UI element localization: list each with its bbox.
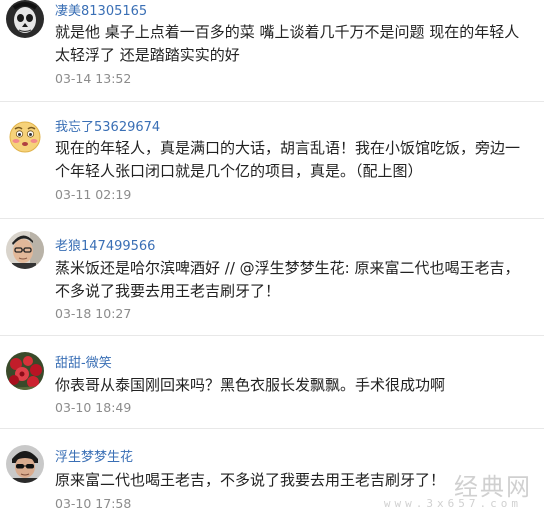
comment-item: 浮生梦梦生花 原来富二代也喝王老吉，不多说了我要去用王老吉刷牙了！ 03-10 … (0, 436, 544, 519)
comment-username[interactable]: 甜甜-微笑 (55, 352, 112, 371)
comment-divider (0, 218, 544, 219)
skull-mask-avatar[interactable] (6, 0, 44, 38)
comment-text: 现在的年轻人，真是满口的大话，胡言乱语！我在小饭馆吃饭，旁边一个年轻人张口闭口就… (55, 139, 521, 180)
comment-timestamp: 03-10 17:58 (55, 496, 132, 511)
blushing-emoji-avatar[interactable] (6, 118, 44, 156)
man-glasses-avatar[interactable] (6, 231, 44, 269)
comment-text: 就是他 桌子上点着一百多的菜 嘴上谈着几千万不是问题 现在的年轻人太轻浮了 还是… (55, 23, 520, 64)
comment-timestamp: 03-10 18:49 (55, 400, 132, 415)
comment-username[interactable]: 凄美81305165 (55, 0, 147, 19)
comment-divider (0, 428, 544, 429)
comment-text: 你表哥从泰国刚回来吗？黑色衣服长发飘飘。手术很成功啊 (55, 376, 446, 394)
man-sunglasses-avatar[interactable] (6, 445, 44, 483)
comment-username[interactable]: 浮生梦梦生花 (55, 446, 133, 465)
comment-divider (0, 335, 544, 336)
comment-timestamp: 03-18 10:27 (55, 306, 132, 321)
comment-timestamp: 03-11 02:19 (55, 187, 132, 202)
comment-username[interactable]: 我忘了53629674 (55, 116, 160, 135)
comment-item: 甜甜-微笑 你表哥从泰国刚回来吗？黑色衣服长发飘飘。手术很成功啊 03-10 1… (0, 343, 544, 423)
comment-item: 老狼147499566 蒸米饭还是哈尔滨啤酒好 // @浮生梦梦生花: 原来富二… (0, 226, 544, 326)
comment-item: 我忘了53629674 现在的年轻人，真是满口的大话，胡言乱语！我在小饭馆吃饭，… (0, 110, 544, 210)
comment-text: 蒸米饭还是哈尔滨啤酒好 // @浮生梦梦生花: 原来富二代也喝王老吉，不多说了我… (55, 259, 520, 300)
comment-divider (0, 101, 544, 102)
comment-timestamp: 03-14 13:52 (55, 71, 132, 86)
comment-text: 原来富二代也喝王老吉，不多说了我要去用王老吉刷牙了！ (55, 471, 446, 489)
comment-item: 凄美81305165 就是他 桌子上点着一百多的菜 嘴上谈着几千万不是问题 现在… (0, 0, 544, 94)
comment-username[interactable]: 老狼147499566 (55, 235, 155, 254)
red-flowers-avatar[interactable] (6, 352, 44, 390)
